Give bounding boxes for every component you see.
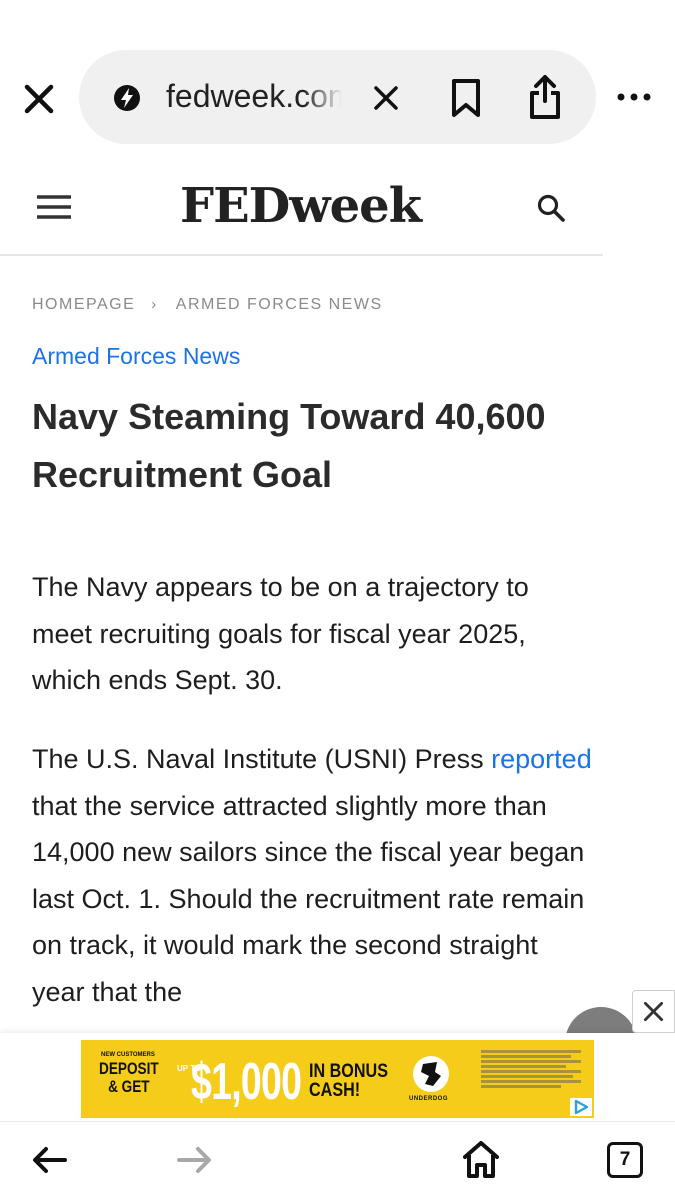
paragraph-text: that the service attracted slightly more… <box>32 790 585 1007</box>
underdog-logo-icon <box>413 1056 449 1092</box>
hamburger-icon[interactable] <box>36 194 72 220</box>
ad-amount: $1,000 <box>191 1053 302 1111</box>
home-icon[interactable] <box>461 1139 501 1179</box>
article-paragraph: The U.S. Naval Institute (USNI) Press re… <box>32 736 592 1015</box>
close-icon[interactable] <box>22 82 56 116</box>
breadcrumb-home[interactable]: HOMEPAGE <box>32 296 135 313</box>
ad-fine-print <box>481 1048 581 1090</box>
reported-link[interactable]: reported <box>491 744 592 774</box>
bookmark-icon[interactable] <box>450 78 482 118</box>
article-paragraph: The Navy appears to be on a trajectory t… <box>32 572 529 695</box>
tabs-button[interactable]: 7 <box>607 1142 643 1178</box>
breadcrumb-section[interactable]: ARMED FORCES NEWS <box>176 296 383 313</box>
ad-new-customers: NEW CUSTOMERS <box>101 1052 155 1058</box>
ad-bonus-text: IN BONUS CASH! <box>309 1062 388 1100</box>
ad-deposit-text: DEPOSIT & GET <box>99 1060 159 1096</box>
search-icon[interactable] <box>536 193 566 223</box>
ad-bonus-line1: IN BONUS <box>309 1061 388 1082</box>
ad-bonus-line2: CASH! <box>309 1080 361 1101</box>
breadcrumb-separator-icon: › <box>151 296 158 313</box>
paragraph-text: The U.S. Naval Institute (USNI) Press <box>32 744 492 774</box>
browser-bottom-bar <box>0 1121 675 1201</box>
ad-deposit-line1: DEPOSIT <box>99 1059 159 1078</box>
adchoices-icon[interactable] <box>570 1098 592 1116</box>
more-horizontal-icon[interactable] <box>616 88 652 106</box>
arrow-left-icon[interactable] <box>32 1146 68 1174</box>
lightning-bolt-icon[interactable] <box>113 84 141 112</box>
clear-icon[interactable] <box>372 84 400 112</box>
ad-banner[interactable]: NEW CUSTOMERS DEPOSIT & GET UP TO $1,000… <box>81 1040 594 1118</box>
arrow-right-icon[interactable] <box>176 1146 212 1174</box>
share-icon[interactable] <box>527 74 563 120</box>
ad-brand: UNDERDOG <box>409 1096 449 1102</box>
article-title: Navy Steaming Toward 40,600 Recruitment … <box>32 396 546 495</box>
ad-close-icon[interactable] <box>632 990 675 1033</box>
ad-deposit-line2: & GET <box>108 1077 150 1096</box>
url-text[interactable]: fedweek.com <box>166 78 342 115</box>
breadcrumb: HOMEPAGE › ARMED FORCES NEWS <box>32 296 383 314</box>
site-logo[interactable]: FEDweek <box>180 178 422 234</box>
article-category-link[interactable]: Armed Forces News <box>32 343 240 370</box>
